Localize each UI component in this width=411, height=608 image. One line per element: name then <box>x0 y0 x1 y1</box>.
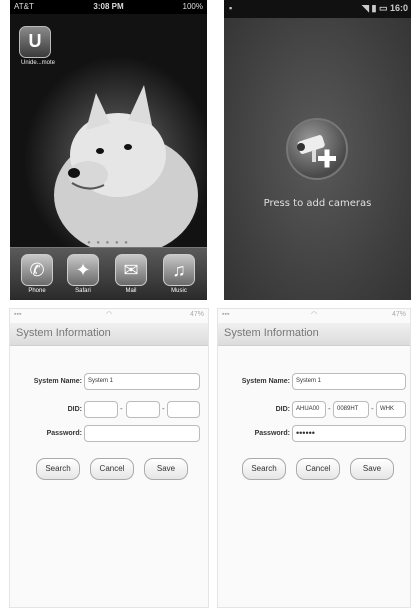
camera-plus-icon <box>297 135 336 168</box>
status-bar: ▪ ◥ ▮ ▭ 16:0 <box>224 0 411 18</box>
page-title: System Information <box>224 327 319 339</box>
save-button[interactable]: Save <box>144 458 188 480</box>
did-separator: - <box>120 404 123 413</box>
nav-bar: System Information <box>218 323 410 346</box>
did-input-1[interactable] <box>84 401 118 418</box>
password-label: Password: <box>46 430 82 437</box>
add-camera-button[interactable] <box>286 118 348 180</box>
password-label: Password: <box>254 430 290 437</box>
password-input[interactable] <box>84 425 200 442</box>
signal-icon: ▮ <box>371 3 377 13</box>
notification-icon: ▪ <box>229 3 233 13</box>
nav-bar: System Information <box>10 323 208 346</box>
iphone-home-screen: AT&T 3:08 PM 100% U Unide...mote ● ● ● ●… <box>10 0 207 300</box>
system-name-label: System Name: <box>241 378 290 385</box>
battery-percent: 47% <box>391 311 406 318</box>
status-icons: ◥ ▮ ▭ 16:0 <box>362 3 408 14</box>
dock-label: Music <box>171 288 187 294</box>
system-info-form-empty: ▪▪▪ ◠ 47% System Information System Name… <box>9 308 209 608</box>
dock-safari[interactable]: ✦ Safari <box>66 254 100 294</box>
dock-label: Mail <box>125 288 137 294</box>
status-bar: ▪▪▪ ◠ 47% <box>10 309 208 323</box>
unidentified-app[interactable]: U Unide...mote <box>18 26 55 66</box>
cancel-button[interactable]: Cancel <box>90 458 134 480</box>
clock: 16:0 <box>389 3 408 13</box>
music-icon: ♫ <box>163 254 195 286</box>
phone-icon: ✆ <box>21 254 53 286</box>
system-name-label: System Name: <box>33 378 82 385</box>
mail-icon: ✉ <box>115 254 147 286</box>
clock: 3:08 PM <box>93 2 124 11</box>
did-input-2[interactable] <box>126 401 160 418</box>
system-name-input[interactable]: System 1 <box>292 373 406 390</box>
did-input-2[interactable]: 0089HT <box>333 401 369 418</box>
status-bar: AT&T 3:08 PM 100% <box>10 0 207 14</box>
dog-wallpaper-image <box>54 85 198 250</box>
did-input-3[interactable] <box>167 401 200 418</box>
app-icon: U <box>19 26 51 58</box>
did-label: DID: <box>67 406 82 413</box>
dock-label: Phone <box>28 288 46 294</box>
save-button[interactable]: Save <box>350 458 394 480</box>
did-separator: - <box>328 404 331 413</box>
dock: ✆ Phone ✦ Safari ✉ Mail ♫ Music <box>10 247 207 300</box>
did-separator: - <box>162 404 165 413</box>
did-input-3[interactable]: WHK <box>376 401 406 418</box>
did-separator: - <box>371 404 374 413</box>
search-button[interactable]: Search <box>242 458 286 480</box>
status-bar: ▪▪▪ ◠ 47% <box>218 309 410 323</box>
did-input-1[interactable]: AHUA00 <box>292 401 326 418</box>
safari-icon: ✦ <box>67 254 99 286</box>
battery-percent: 100% <box>182 2 203 11</box>
page-title: System Information <box>16 327 111 339</box>
search-button[interactable]: Search <box>36 458 80 480</box>
add-camera-prompt: Press to add cameras <box>263 198 372 209</box>
dock-label: Safari <box>75 288 91 294</box>
cancel-button[interactable]: Cancel <box>296 458 340 480</box>
wifi-icon: ◥ <box>362 3 369 13</box>
android-add-camera-screen: ▪ ◥ ▮ ▭ 16:0 Press to add cameras <box>224 0 411 300</box>
password-input[interactable]: •••••• <box>292 425 406 442</box>
app-label: Unide...mote <box>20 60 56 66</box>
wifi-icon: ◠ <box>105 311 113 318</box>
system-info-form-filled: ▪▪▪ ◠ 47% System Information System Name… <box>217 308 411 608</box>
dock-music[interactable]: ♫ Music <box>162 254 196 294</box>
did-label: DID: <box>275 406 290 413</box>
page-indicator: ● ● ● ● ● <box>87 240 130 246</box>
wifi-icon: ◠ <box>310 311 318 318</box>
dock-phone[interactable]: ✆ Phone <box>20 254 54 294</box>
battery-icon: ▭ <box>378 3 388 13</box>
system-name-input[interactable]: System 1 <box>84 373 200 390</box>
dock-mail[interactable]: ✉ Mail <box>114 254 148 294</box>
battery-percent: 47% <box>189 311 204 318</box>
